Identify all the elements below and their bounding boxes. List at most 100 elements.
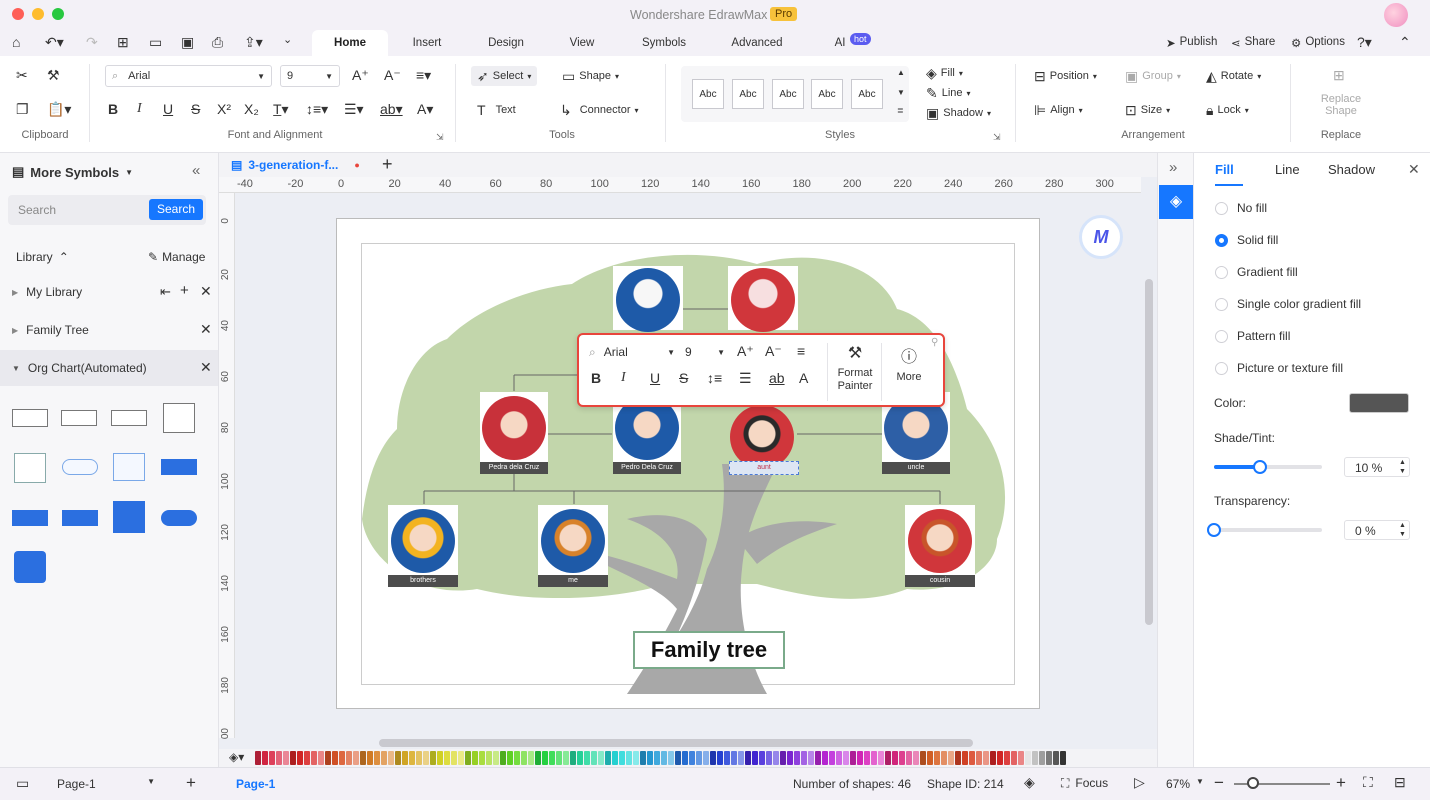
color-swatch[interactable] [962,751,968,765]
close-icon[interactable]: ✕ [1408,161,1420,178]
highlight-icon[interactable]: ab▾ [380,102,403,116]
add-tab-icon[interactable]: + [382,154,393,175]
page-tab[interactable]: Page-1 [236,777,275,791]
library-toggle[interactable]: Library ⌃ [16,250,69,264]
color-swatch[interactable] [647,751,653,765]
color-swatch[interactable] [1053,751,1059,765]
color-swatch[interactable] [941,751,947,765]
page-layout-icon[interactable]: ▭ [16,776,29,790]
size-button[interactable]: ⊡ Size ▾ [1125,103,1170,117]
fill-option-no-fill[interactable]: No fill [1215,201,1267,215]
color-swatch[interactable] [332,751,338,765]
color-swatch[interactable] [346,751,352,765]
close-icon[interactable]: ✕ [200,283,212,300]
tab-view[interactable]: View [560,30,604,56]
library-item-my-library[interactable]: ▶ My Library ⇤ + ✕ [0,274,218,310]
node-brothers[interactable]: brothers [388,505,458,587]
minimize-window-button[interactable] [32,8,44,20]
open-folder-icon[interactable]: ▭ [149,35,162,49]
color-swatch[interactable] [808,751,814,765]
color-swatch[interactable] [1011,751,1017,765]
bullet-list-icon[interactable]: ☰▾ [344,102,364,116]
layers-icon[interactable]: ◈ [1024,775,1035,789]
redo-icon[interactable]: ↷ [86,35,98,49]
color-swatch[interactable] [640,751,646,765]
font-size-select[interactable]: 9 ▼ [280,65,340,87]
color-swatch[interactable] [325,751,331,765]
color-swatch[interactable] [500,751,506,765]
zoom-slider-handle[interactable] [1247,777,1259,789]
color-swatch[interactable] [864,751,870,765]
stepper-icon[interactable]: ▲ ▼ [1399,521,1406,539]
color-swatch[interactable] [269,751,275,765]
color-swatch[interactable] [402,751,408,765]
color-swatch[interactable] [661,751,667,765]
color-swatch[interactable] [906,751,912,765]
color-swatch[interactable] [612,751,618,765]
color-swatch[interactable] [969,751,975,765]
fill-option-solid-fill[interactable]: Solid fill [1215,233,1278,247]
options-button[interactable]: ⚙ Options [1291,36,1345,50]
fill-option-picture-fill[interactable]: Picture or texture fill [1215,361,1343,375]
fit-width-icon[interactable]: ⊟ [1394,775,1406,789]
color-swatch[interactable] [682,751,688,765]
bold-icon[interactable]: B [108,102,118,116]
color-swatch[interactable] [997,751,1003,765]
strikethrough-icon[interactable]: S [191,102,200,116]
tab-line[interactable]: Line [1275,162,1300,177]
cut-icon[interactable]: ✂ [16,68,28,82]
underline-icon[interactable]: U [650,370,660,386]
color-swatch[interactable] [633,751,639,765]
color-swatch[interactable] [388,751,394,765]
fill-option-pattern-fill[interactable]: Pattern fill [1215,329,1290,343]
horizontal-scrollbar[interactable] [379,739,973,747]
aunt-label-editing[interactable]: aunt [729,461,799,475]
color-swatch[interactable] [1046,751,1052,765]
tab-symbols[interactable]: Symbols [634,30,694,56]
color-swatch[interactable] [479,751,485,765]
ai-assistant-icon[interactable]: M [1079,215,1123,259]
color-swatch[interactable] [717,751,723,765]
copy-icon[interactable]: ❐ [16,102,29,116]
color-swatch[interactable] [892,751,898,765]
color-swatch[interactable] [437,751,443,765]
org-symbol[interactable] [113,501,145,533]
rotate-button[interactable]: ◭ Rotate ▾ [1206,69,1261,83]
color-swatch[interactable] [367,751,373,765]
more-symbols-header[interactable]: ▤ More Symbols ▼ [12,164,133,180]
org-symbol[interactable] [62,459,98,475]
highlight-icon[interactable]: ab [769,370,785,386]
close-icon[interactable]: ✕ [200,359,212,376]
import-icon[interactable]: ⇤ [160,284,171,300]
shade-input[interactable]: 10 % ▲ ▼ [1344,457,1410,477]
color-swatch[interactable] [675,751,681,765]
color-swatch[interactable] [360,751,366,765]
decrease-font-icon[interactable]: A⁻ [765,343,782,360]
format-brush-icon[interactable]: ⚒ [47,68,60,82]
color-swatch[interactable] [451,751,457,765]
paste-icon[interactable]: 📋▾ [47,102,71,116]
superscript-icon[interactable]: X² [217,102,231,116]
paint-bucket-icon[interactable]: ◈▾ [229,750,244,764]
org-symbol[interactable] [14,453,46,483]
tab-design[interactable]: Design [478,30,534,56]
color-swatch[interactable] [339,751,345,765]
color-swatch[interactable] [507,751,513,765]
color-swatch[interactable] [801,751,807,765]
color-swatch[interactable] [815,751,821,765]
org-symbol[interactable] [14,551,46,583]
color-swatch[interactable] [759,751,765,765]
gallery-more-icon[interactable]: ≣ [897,106,904,115]
increase-font-icon[interactable]: A⁺ [737,343,754,360]
color-swatch[interactable] [829,751,835,765]
style-preset-5[interactable]: Abc [851,79,883,109]
line-spacing-icon[interactable]: ↕≡▾ [306,102,328,116]
color-swatch[interactable] [598,751,604,765]
color-swatch[interactable] [836,751,842,765]
org-symbol[interactable] [111,410,147,426]
color-swatch[interactable] [850,751,856,765]
tab-ai[interactable]: AI [828,30,852,56]
color-swatch[interactable] [955,751,961,765]
pin-icon[interactable]: ⚲ [931,337,938,348]
color-swatch[interactable] [584,751,590,765]
